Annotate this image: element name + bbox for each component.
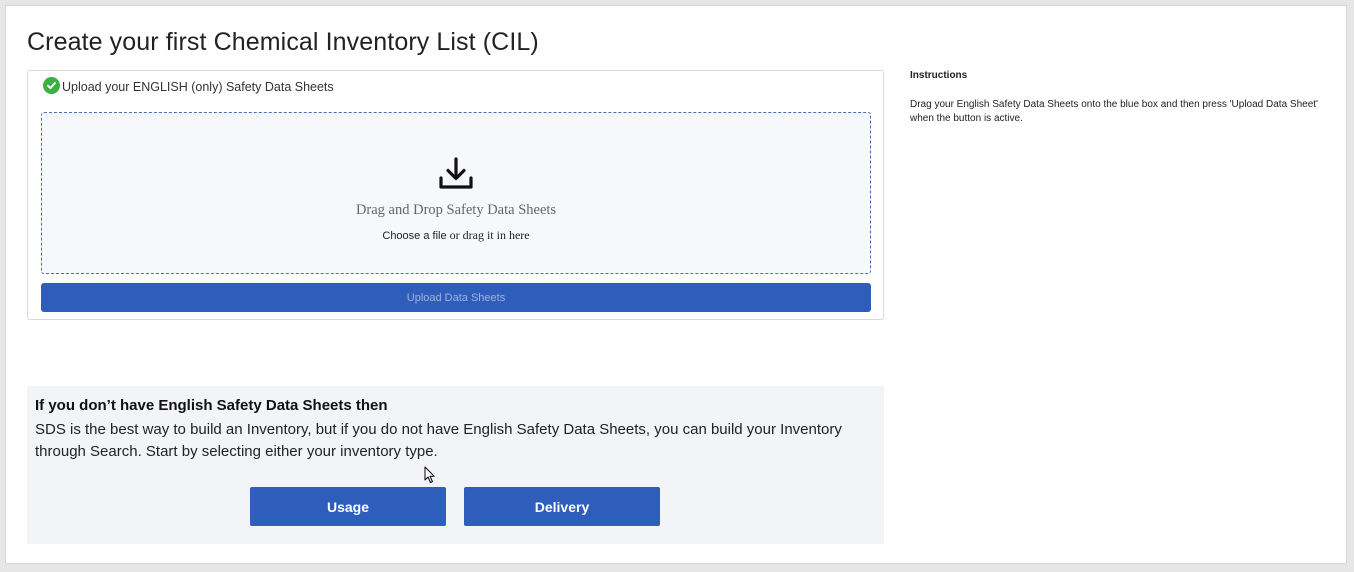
instructions-panel: Instructions Drag your English Safety Da… xyxy=(910,69,1320,126)
no-sds-title: If you don’t have English Safety Data Sh… xyxy=(35,397,388,414)
upload-card: Upload your ENGLISH (only) Safety Data S… xyxy=(27,70,884,320)
upload-data-sheets-button[interactable]: Upload Data Sheets xyxy=(41,283,871,312)
page-title: Create your first Chemical Inventory Lis… xyxy=(27,28,539,56)
instructions-heading: Instructions xyxy=(910,70,968,81)
no-sds-text: SDS is the best way to build an Inventor… xyxy=(35,421,842,460)
usage-button[interactable]: Usage xyxy=(250,487,446,526)
download-icon xyxy=(439,157,473,189)
dropzone-subtitle: Choose a file or drag it in here xyxy=(42,228,870,243)
no-sds-panel: If you don’t have English Safety Data Sh… xyxy=(27,386,884,544)
dropzone[interactable]: Drag and Drop Safety Data Sheets Choose … xyxy=(41,112,871,274)
drag-hint: or drag it in here xyxy=(449,228,530,242)
upload-header-label: Upload your ENGLISH (only) Safety Data S… xyxy=(62,80,334,94)
delivery-button[interactable]: Delivery xyxy=(464,487,660,526)
check-circle-icon xyxy=(43,77,60,94)
instructions-text: Drag your English Safety Data Sheets ont… xyxy=(910,99,1318,124)
dropzone-title: Drag and Drop Safety Data Sheets xyxy=(355,202,557,218)
upload-header: Upload your ENGLISH (only) Safety Data S… xyxy=(43,77,334,94)
page-frame: Create your first Chemical Inventory Lis… xyxy=(5,5,1347,564)
choose-file-link[interactable]: Choose a file xyxy=(382,230,446,242)
mouse-cursor-icon xyxy=(424,466,435,483)
